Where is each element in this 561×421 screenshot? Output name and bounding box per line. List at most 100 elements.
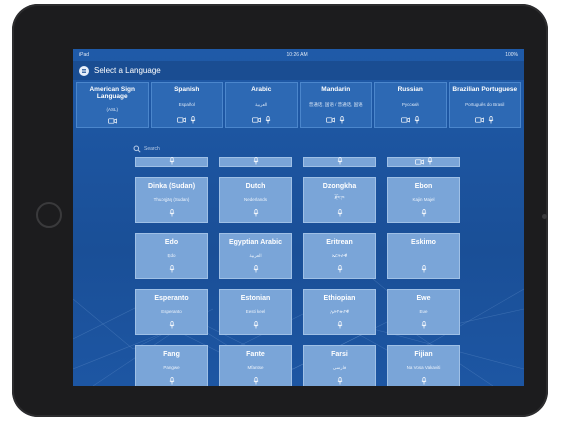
- language-native-name: العربية: [255, 101, 268, 107]
- mic-icon: [253, 321, 258, 329]
- language-name: Mandarin: [321, 86, 351, 93]
- search-icon: [133, 145, 141, 153]
- featured-language-card[interactable]: Brazilian Portuguese Português do Brasil: [448, 82, 521, 128]
- language-name: Ewe: [416, 295, 431, 302]
- video-icon: [107, 118, 117, 124]
- featured-language-card[interactable]: Mandarin 普通话, 国语 / 普通话, 国语: [299, 82, 372, 128]
- audio-action[interactable]: [138, 209, 205, 217]
- language-tile[interactable]: Dutch Nederlands: [219, 177, 292, 223]
- language-name: Dzongkha: [322, 183, 357, 190]
- mic-icon: [253, 265, 258, 273]
- language-name: Spanish: [174, 86, 200, 93]
- page-title: Select a Language: [94, 66, 161, 75]
- video-icon: [251, 117, 261, 123]
- language-tile-partial[interactable]: [135, 157, 208, 167]
- audio-action[interactable]: [138, 377, 205, 385]
- language-native-name: Português do Brasil: [465, 102, 505, 107]
- video-icon: [414, 159, 424, 165]
- language-native-name: Mfantse: [247, 365, 264, 370]
- audio-action[interactable]: [306, 377, 373, 385]
- language-tile[interactable]: Esperanto Esperanto: [135, 289, 208, 335]
- audio-action[interactable]: [306, 321, 373, 329]
- mic-icon: [169, 321, 174, 329]
- language-actions: [303, 116, 370, 124]
- language-tile-partial[interactable]: [303, 157, 376, 167]
- language-tile[interactable]: Eskimo: [387, 233, 460, 279]
- language-tile[interactable]: Estonian Eesti keel: [219, 289, 292, 335]
- audio-action[interactable]: [306, 209, 373, 217]
- search-bar[interactable]: Search: [133, 145, 160, 153]
- language-tile-partial[interactable]: [219, 157, 292, 167]
- language-tile[interactable]: Dzongkha རྫོང་ཁ: [303, 177, 376, 223]
- mic-icon: [169, 265, 174, 273]
- language-tile[interactable]: Ethiopian ኢትዮጵያዊ: [303, 289, 376, 335]
- audio-action[interactable]: [222, 321, 289, 329]
- mic-icon: [337, 209, 342, 217]
- language-name: Egyptian Arabic: [228, 239, 283, 246]
- video-icon: [326, 117, 336, 123]
- mic-icon: [488, 116, 494, 124]
- language-tile[interactable]: Dinka (Sudan) Thuɔŋjäŋ (Sudan): [135, 177, 208, 223]
- mic-icon: [265, 116, 271, 124]
- language-tile-partial[interactable]: [387, 157, 460, 167]
- language-name: Dinka (Sudan): [147, 183, 196, 190]
- audio-action[interactable]: [138, 265, 205, 273]
- language-tile[interactable]: Fijian Na Vosa Vakaviti: [387, 345, 460, 386]
- language-tile[interactable]: Fang Pangwe: [135, 345, 208, 386]
- language-name: Esperanto: [154, 295, 189, 302]
- clock-label: 10:26 AM: [286, 52, 308, 58]
- ipad-device: iPad 10:26 AM 100% Select a Language Ame…: [12, 4, 548, 417]
- language-tile[interactable]: Fante Mfantse: [219, 345, 292, 386]
- home-button[interactable]: [36, 202, 62, 228]
- language-tile[interactable]: Farsi فارسی: [303, 345, 376, 386]
- status-bar: iPad 10:26 AM 100%: [73, 49, 524, 61]
- mic-icon: [337, 321, 342, 329]
- language-tile[interactable]: Edo Ẹdo: [135, 233, 208, 279]
- language-name: Arabic: [251, 86, 272, 93]
- audio-action[interactable]: [138, 321, 205, 329]
- language-name: American Sign Language: [89, 86, 135, 100]
- language-name: Dutch: [245, 183, 266, 190]
- language-native-name: Русский: [401, 102, 419, 107]
- language-native-name: Ẹdo: [167, 253, 176, 258]
- mic-icon: [337, 265, 342, 273]
- mic-icon: [421, 321, 426, 329]
- mic-icon: [190, 116, 196, 124]
- featured-language-card[interactable]: Spanish Español: [150, 82, 223, 128]
- mic-icon: [169, 157, 174, 165]
- language-actions: [79, 118, 146, 124]
- language-native-name: Kajin Majel: [412, 197, 435, 202]
- language-name: Edo: [164, 239, 179, 246]
- audio-action[interactable]: [222, 265, 289, 273]
- mic-icon: [421, 209, 426, 217]
- language-name: Estonian: [240, 295, 271, 302]
- mic-icon: [337, 157, 342, 165]
- language-actions: [228, 116, 295, 124]
- language-tile[interactable]: Egyptian Arabic العربية: [219, 233, 292, 279]
- mic-icon: [421, 377, 426, 385]
- hamburger-icon[interactable]: [79, 65, 89, 76]
- battery-label: 100%: [505, 52, 518, 58]
- language-tile[interactable]: Eritrean ኤርትራዊ: [303, 233, 376, 279]
- language-actions: [154, 116, 221, 124]
- featured-language-card[interactable]: American Sign Language (ASL): [76, 82, 149, 128]
- language-name: Fang: [163, 351, 180, 358]
- language-tile[interactable]: Ebon Kajin Majel: [387, 177, 460, 223]
- featured-language-card[interactable]: Arabic العربية: [225, 82, 298, 128]
- audio-action[interactable]: [390, 377, 457, 385]
- audio-action[interactable]: [390, 265, 457, 273]
- audio-action[interactable]: [306, 265, 373, 273]
- mic-icon: [169, 377, 174, 385]
- mic-icon: [337, 377, 342, 385]
- language-grid: Dinka (Sudan) Thuɔŋjäŋ (Sudan) Dutch Nederl…: [135, 157, 460, 386]
- language-name: Eritrean: [326, 239, 353, 246]
- audio-action[interactable]: [390, 321, 457, 329]
- featured-language-card[interactable]: Russian Русский: [374, 82, 447, 128]
- audio-action[interactable]: [222, 209, 289, 217]
- mic-icon: [421, 265, 426, 273]
- language-native-name: فارسی: [332, 364, 347, 370]
- audio-action[interactable]: [390, 209, 457, 217]
- audio-action[interactable]: [222, 377, 289, 385]
- language-tile[interactable]: Ewe Eʋe: [387, 289, 460, 335]
- featured-languages: American Sign Language (ASL) Spanish Españo…: [73, 80, 524, 130]
